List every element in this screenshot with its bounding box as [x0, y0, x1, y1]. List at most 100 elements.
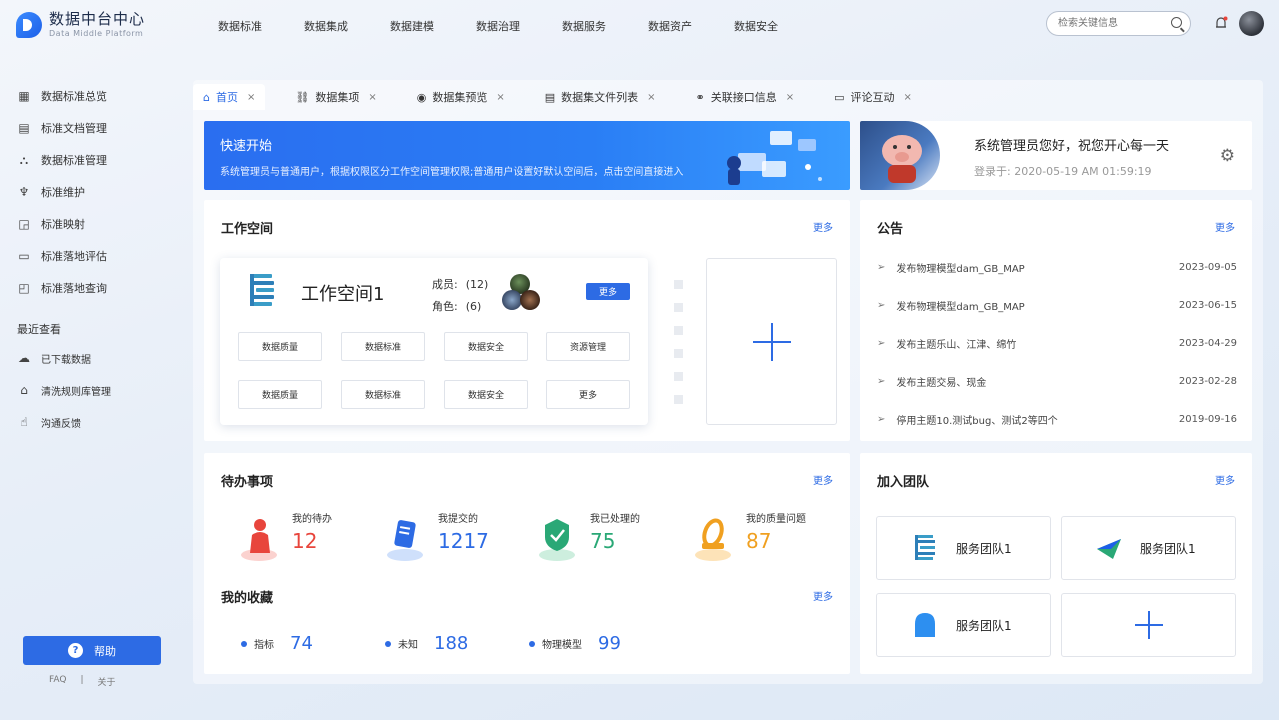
nav-item-data-integration[interactable]: 数据集成: [304, 18, 348, 34]
workspace-more-button[interactable]: 更多: [586, 283, 630, 300]
bullet-icon: [241, 640, 247, 647]
app-title: 数据中台中心: [49, 10, 146, 28]
tab-dataset-items[interactable]: ⛓ 数据集项 ×: [285, 84, 386, 110]
tab-dataset-preview[interactable]: ◉ 数据集预览 ×: [407, 84, 515, 110]
nav-item-data-assets[interactable]: 数据资产: [648, 18, 692, 34]
team-card[interactable]: 服务团队1: [876, 516, 1051, 580]
notice-item[interactable]: ➢ 发布主题交易、现金 2023-02-28: [877, 374, 1237, 389]
settings-gear-icon[interactable]: ⚙: [1220, 146, 1235, 166]
stat-submitted[interactable]: 我提交的 1217: [384, 513, 489, 563]
workspace-logo-icon: [250, 274, 274, 306]
notification-icon[interactable]: [1214, 16, 1228, 30]
role-avatar[interactable]: [502, 290, 522, 310]
processed-shield-icon: [539, 519, 575, 561]
tab-dataset-file-list[interactable]: ▤ 数据集文件列表 ×: [535, 84, 666, 110]
user-avatar[interactable]: [1239, 11, 1264, 36]
todo-title: 待办事项: [221, 475, 274, 490]
team-card[interactable]: 服务团队1: [1061, 516, 1236, 580]
bullet-icon: [385, 640, 391, 647]
workspace-title: 工作空间: [221, 222, 274, 237]
sidebar-item-landing-evaluation[interactable]: ▭ 标准落地评估: [0, 240, 190, 272]
search-icon[interactable]: [1171, 17, 1182, 28]
favorite-count: 99: [598, 633, 621, 654]
thumbs-up-icon: ☝: [20, 415, 28, 429]
add-team-button[interactable]: [1061, 593, 1236, 657]
role-avatar[interactable]: [520, 290, 540, 310]
nav-item-data-governance[interactable]: 数据治理: [476, 18, 520, 34]
app-logo[interactable]: 数据中台中心 Data Middle Platform: [16, 11, 145, 39]
tab-close-icon[interactable]: ×: [904, 92, 912, 103]
search-input[interactable]: [1058, 12, 1168, 35]
workspace-meta: 成员: (12) 角色: (6): [432, 274, 488, 318]
join-team-title: 加入团队: [877, 475, 930, 490]
quick-start-banner[interactable]: 快速开始 系统管理员与普通用户，根据权限区分工作空间管理权限;普通用户设置好默认…: [204, 121, 850, 190]
welcome-greeting: 系统管理员您好，祝您开心每一天: [974, 139, 1170, 154]
workspace-data-quality-button[interactable]: 数据质量: [238, 380, 322, 409]
recent-item-feedback[interactable]: ☝ 沟通反馈: [0, 406, 190, 438]
tab-home[interactable]: ⌂ 首页 ×: [193, 84, 266, 110]
tab-close-icon[interactable]: ×: [247, 92, 255, 103]
todo-person-icon: [241, 519, 277, 561]
favorite-physical-model[interactable]: 物理模型 99: [529, 633, 621, 654]
nav-item-data-modeling[interactable]: 数据建模: [390, 18, 434, 34]
comment-icon: ▭: [18, 249, 30, 263]
tab-close-icon[interactable]: ×: [368, 92, 376, 103]
workspace-data-security-button[interactable]: 数据安全: [444, 332, 528, 361]
favorite-label: 指标: [254, 640, 274, 651]
workspace-item[interactable]: 工作空间1 成员: (12) 角色: (6) 更多 数据质量 数据标准 数据安全 资…: [220, 258, 648, 425]
sidebar-item-standard-maintenance[interactable]: ♆ 标准维护: [0, 176, 190, 208]
sidebar-item-standard-management[interactable]: ⛬ 数据标准管理: [0, 144, 190, 176]
add-workspace-button[interactable]: [706, 258, 837, 425]
tab-close-icon[interactable]: ×: [496, 92, 504, 103]
sidebar-item-document-management[interactable]: ▤ 标准文档管理: [0, 112, 190, 144]
notice-item[interactable]: ➢ 停用主题10.测试bug、测试2等四个 2019-09-16: [877, 412, 1237, 427]
join-team-more-link[interactable]: 更多: [1215, 472, 1235, 487]
todo-card: 待办事项 更多 我的待办 12 我提交的 1217 我已处理的 75 我的质量问…: [204, 453, 850, 674]
team-card[interactable]: 服务团队1: [876, 593, 1051, 657]
tab-comments[interactable]: ▭ 评论互动 ×: [824, 84, 922, 110]
workspace-more-link[interactable]: 更多: [813, 219, 833, 234]
team-shield-logo-icon: [915, 613, 935, 637]
workspace-data-quality-button[interactable]: 数据质量: [238, 332, 322, 361]
nav-item-data-service[interactable]: 数据服务: [562, 18, 606, 34]
favorite-label: 未知: [398, 640, 418, 651]
tab-close-icon[interactable]: ×: [647, 92, 655, 103]
favorite-metrics[interactable]: 指标 74: [241, 633, 313, 654]
app-subtitle: Data Middle Platform: [49, 29, 144, 38]
workspace-data-standard-button[interactable]: 数据标准: [341, 332, 425, 361]
workspace-data-security-button[interactable]: 数据安全: [444, 380, 528, 409]
favorite-unknown[interactable]: 未知 188: [385, 633, 468, 654]
nav-item-data-security[interactable]: 数据安全: [734, 18, 778, 34]
sidebar-item-standard-overview[interactable]: ▦ 数据标准总览: [0, 80, 190, 112]
workspace-data-standard-button[interactable]: 数据标准: [341, 380, 425, 409]
nav-item-data-standard[interactable]: 数据标准: [218, 18, 262, 34]
notice-item[interactable]: ➢ 发布物理模型dam_GB_MAP 2023-06-15: [877, 298, 1237, 313]
stat-quality-issues[interactable]: 我的质量问题 87: [692, 513, 806, 563]
help-button[interactable]: ? 帮助: [23, 636, 161, 665]
team-name: 服务团队1: [956, 541, 1012, 556]
footer-links: FAQ | 关于: [49, 675, 116, 688]
recent-item-cleaning-rules[interactable]: ⌂ 清洗规则库管理: [0, 374, 190, 406]
tab-close-icon[interactable]: ×: [786, 92, 794, 103]
notice-date: 2019-09-16: [1178, 414, 1237, 425]
notice-more-link[interactable]: 更多: [1215, 219, 1235, 234]
workspace-resource-management-button[interactable]: 资源管理: [546, 332, 630, 361]
stat-my-todo[interactable]: 我的待办 12: [238, 513, 332, 563]
sidebar-item-standard-mapping[interactable]: ◲ 标准映射: [0, 208, 190, 240]
notice-item[interactable]: ➢ 发布主题乐山、江津、绵竹 2023-04-29: [877, 336, 1237, 351]
about-link[interactable]: 关于: [97, 675, 115, 688]
faq-link[interactable]: FAQ: [49, 675, 66, 688]
todo-more-link[interactable]: 更多: [813, 472, 833, 487]
tab-linked-api-info[interactable]: ⚭ 关联接口信息 ×: [686, 84, 805, 110]
workspace-more-options-button[interactable]: 更多: [546, 380, 630, 409]
stat-processed[interactable]: 我已处理的 75: [536, 513, 640, 563]
plus-icon: [752, 322, 791, 361]
notice-item[interactable]: ➢ 发布物理模型dam_GB_MAP 2023-09-05: [877, 260, 1237, 275]
team-name: 服务团队1: [956, 618, 1012, 633]
send-icon: ➢: [877, 414, 886, 425]
notice-date: 2023-04-29: [1178, 338, 1237, 349]
favorites-more-link[interactable]: 更多: [813, 588, 833, 603]
recent-item-downloaded-data[interactable]: ☁ 已下载数据: [0, 342, 190, 374]
sidebar: ▦ 数据标准总览 ▤ 标准文档管理 ⛬ 数据标准管理 ♆ 标准维护 ◲ 标准映射…: [0, 80, 190, 438]
sidebar-item-landing-query[interactable]: ◰ 标准落地查询: [0, 272, 190, 304]
